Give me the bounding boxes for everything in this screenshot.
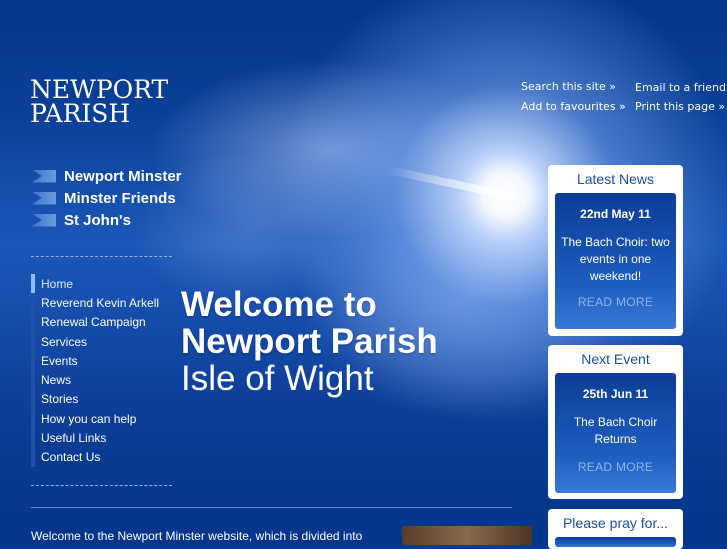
nav-item-stories[interactable]: Stories bbox=[31, 389, 159, 410]
event-text: The Bach Choir Returns bbox=[573, 415, 658, 446]
read-more-link[interactable]: READ MORE bbox=[555, 285, 676, 309]
primary-nav-item-newport-minster[interactable]: Newport Minster bbox=[32, 165, 182, 187]
primary-nav-label: Minster Friends bbox=[64, 189, 176, 207]
nav-item-reverend[interactable]: Reverend Kevin Arkell bbox=[31, 293, 159, 313]
flag-arrow-icon bbox=[32, 213, 56, 227]
panel-title: Latest News bbox=[576, 171, 655, 187]
divider bbox=[31, 256, 172, 257]
news-text: The Bach Choir: two events in one weeken… bbox=[561, 235, 670, 283]
primary-nav: Newport Minster Minster Friends St John'… bbox=[32, 165, 182, 231]
logo-line-2: PARISH bbox=[30, 99, 131, 128]
hero-line-1: Welcome to bbox=[181, 285, 377, 324]
flag-arrow-icon bbox=[32, 169, 56, 183]
primary-nav-item-minster-friends[interactable]: Minster Friends bbox=[32, 187, 182, 209]
event-item: 25th Jun 11 The Bach Choir Returns READ … bbox=[555, 373, 676, 493]
email-friend-link[interactable]: Email to a friend » bbox=[635, 81, 727, 94]
nav-item-useful-links[interactable]: Useful Links bbox=[31, 428, 159, 448]
panel-title: Please pray for... bbox=[562, 515, 669, 531]
content-divider bbox=[31, 507, 512, 508]
nav-item-home[interactable]: Home bbox=[31, 274, 159, 294]
primary-nav-label: St John's bbox=[64, 211, 131, 229]
pray-panel: Please pray for... bbox=[548, 509, 683, 549]
nav-item-services[interactable]: Services bbox=[31, 331, 159, 352]
nav-item-events[interactable]: Events bbox=[31, 351, 159, 371]
hero-heading: Welcome to Newport Parish Isle of Wight bbox=[181, 286, 438, 397]
intro-text: Welcome to the Newport Minster website, … bbox=[31, 529, 363, 543]
next-event-panel: Next Event 25th Jun 11 The Bach Choir Re… bbox=[548, 345, 683, 499]
nav-item-renewal[interactable]: Renewal Campaign bbox=[31, 312, 159, 332]
nav-item-news[interactable]: News bbox=[31, 370, 159, 390]
hero-line-3: Isle of Wight bbox=[181, 359, 374, 398]
event-date: 25th Jun 11 bbox=[582, 387, 649, 401]
thumbnail-image bbox=[402, 526, 532, 545]
secondary-nav: Home Reverend Kevin Arkell Renewal Campa… bbox=[31, 274, 159, 467]
news-date: 22nd May 11 bbox=[580, 207, 651, 221]
latest-news-panel: Latest News 22nd May 11 The Bach Choir: … bbox=[548, 165, 683, 336]
add-favourites-link[interactable]: Add to favourites » bbox=[521, 100, 626, 113]
primary-nav-item-st-johns[interactable]: St John's bbox=[32, 209, 182, 231]
divider bbox=[31, 485, 172, 486]
nav-item-contact-us[interactable]: Contact Us bbox=[31, 447, 159, 467]
news-item: 22nd May 11 The Bach Choir: two events i… bbox=[555, 193, 676, 329]
search-site-link[interactable]: Search this site » bbox=[521, 80, 616, 93]
panel-title: Next Event bbox=[581, 351, 650, 367]
print-page-link[interactable]: Print this page » bbox=[635, 100, 725, 113]
primary-nav-label: Newport Minster bbox=[64, 167, 182, 185]
pray-content bbox=[555, 537, 676, 547]
hero-line-2: Newport Parish bbox=[181, 322, 438, 361]
site-logo[interactable]: NEWPORT PARISH bbox=[30, 77, 168, 128]
read-more-link[interactable]: READ MORE bbox=[555, 448, 676, 474]
nav-item-how-you-can-help[interactable]: How you can help bbox=[31, 409, 159, 429]
flag-arrow-icon bbox=[32, 191, 56, 205]
